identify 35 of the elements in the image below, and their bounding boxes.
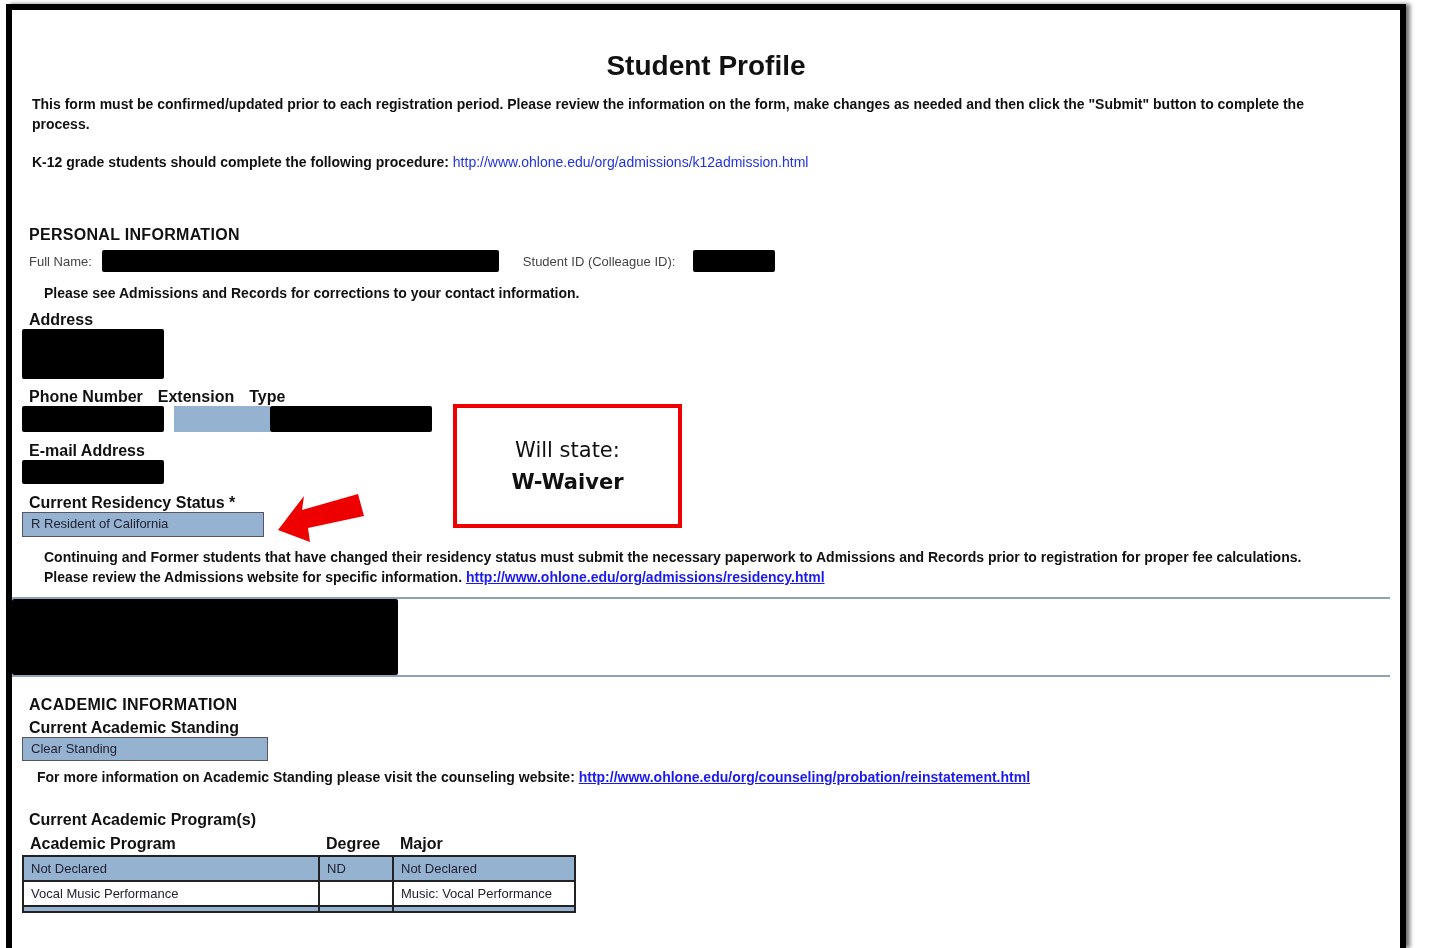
column-label: Phone Number (29, 388, 143, 406)
subsection-heading: Current Academic Program(s) (29, 811, 257, 829)
column-label: Type (249, 388, 286, 406)
standing-note: For more information on Academic Standing please visit the counseling website: http://www.ohlone.edu/org/counseling/probation/reinstatement.html (37, 768, 1032, 787)
column-header: Degree (319, 835, 393, 856)
field-label: Student ID (Colleague ID): (522, 253, 676, 269)
residency-link[interactable]: http://www.ohlone.edu/org/admissions/residency.html (465, 569, 825, 585)
table-cell: Not Declared (23, 856, 319, 881)
column-header: Major (393, 835, 575, 856)
section-heading: PERSONAL INFORMATION (29, 226, 241, 244)
standing-field[interactable]: Clear Standing (22, 737, 268, 761)
column-header: Academic Program (23, 835, 319, 856)
residency-field[interactable]: R Resident of California (22, 512, 264, 537)
table-cell: Vocal Music Performance (23, 881, 319, 906)
callout-text: Will state: (515, 437, 620, 464)
arrow-icon (278, 492, 364, 544)
intro-text: This form must be confirmed/updated prior to each registration period. Please review the information on the form, make changes as needed and then click the "Submit" button to complete the process. (32, 95, 1305, 134)
table-cell: Music: Vocal Performance (393, 881, 575, 906)
column-label: Extension (157, 388, 235, 406)
field-label: Full Name: (29, 253, 92, 269)
field-label: E-mail Address (29, 442, 145, 460)
callout-text: W-Waiver (511, 469, 624, 496)
counseling-link[interactable]: http://www.ohlone.edu/org/counseling/probation/reinstatement.html (578, 769, 1031, 785)
table-cell: Not Declared (393, 856, 575, 881)
field-label: Address (29, 311, 94, 329)
page-title: Student Profile (605, 50, 807, 82)
extension-field[interactable] (174, 406, 270, 432)
field-label: Current Academic Standing (29, 719, 240, 737)
section-heading: ACADEMIC INFORMATION (29, 696, 239, 714)
k12-link[interactable]: http://www.ohlone.edu/org/admissions/k12admission.html (452, 154, 809, 170)
field-label: Current Residency Status * (29, 494, 236, 512)
contact-note: Please see Admissions and Records for corrections to your contact information. (44, 284, 581, 303)
k12-text: K-12 grade students should complete the following procedure: http://www.ohlone.edu/org/admissions/k12admission.html (32, 153, 810, 172)
table-cell: ND (319, 856, 393, 881)
residency-note: Continuing and Former students that have changed their residency status must submit the necessary paperwork to Admissions and Records prior to registration for proper fee calculations. Please review the Admissions website for specific information. http://www.ohlone.edu/org/admissions/residency.html (44, 548, 1303, 587)
